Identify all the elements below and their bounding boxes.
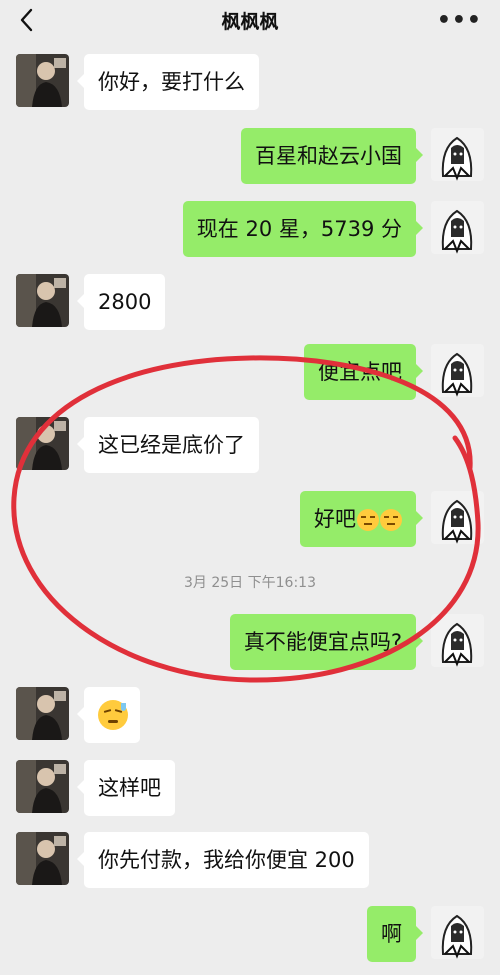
contact-avatar[interactable] — [16, 832, 69, 885]
message-row: 现在 20 星，5739 分 — [0, 201, 500, 257]
received-message-bubble[interactable]: 你好，要打什么 — [77, 54, 259, 110]
received-message-bubble[interactable]: 你先付款，我给你便宜 200 — [77, 832, 369, 888]
message-row: 这已经是底价了 — [0, 417, 500, 473]
received-message-bubble[interactable]: 这已经是底价了 — [77, 417, 259, 473]
message-row: 这样吧 — [0, 760, 500, 816]
contact-avatar[interactable] — [16, 54, 69, 107]
message-row: 你先付款，我给你便宜 200 — [0, 832, 500, 888]
message-text: 好吧 — [314, 507, 356, 531]
contact-avatar[interactable] — [16, 274, 69, 327]
received-message-bubble[interactable] — [77, 687, 140, 743]
sweat-expressionless-emoji-icon — [380, 509, 402, 531]
sent-message-bubble[interactable]: 便宜点吧 — [304, 344, 423, 400]
message-timestamp: 3月 25日 下午16:13 — [184, 575, 316, 591]
chat-header: 枫枫枫 ••• — [0, 0, 500, 40]
sent-message-bubble[interactable]: 百星和赵云小国 — [241, 128, 423, 184]
my-avatar[interactable] — [431, 491, 484, 544]
message-row: 啊 — [0, 906, 500, 962]
my-avatar[interactable] — [431, 201, 484, 254]
sent-message-bubble[interactable]: 真不能便宜点吗? — [229, 614, 424, 670]
received-message-bubble[interactable]: 2800 — [76, 274, 166, 330]
message-row: 便宜点吧 — [0, 344, 500, 400]
chat-title: 枫枫枫 — [221, 11, 279, 33]
received-message-bubble[interactable]: 这样吧 — [77, 760, 175, 816]
my-avatar[interactable] — [431, 614, 484, 667]
sweat-smile-emoji-icon — [98, 700, 128, 730]
my-avatar[interactable] — [431, 906, 484, 959]
message-row: 2800 — [0, 274, 500, 330]
message-row: 好吧 — [0, 491, 500, 547]
sent-message-bubble[interactable]: 现在 20 星，5739 分 — [182, 201, 424, 257]
my-avatar[interactable] — [431, 128, 484, 181]
more-dots-icon[interactable]: ••• — [437, 8, 482, 33]
contact-avatar[interactable] — [16, 760, 69, 813]
sweat-expressionless-emoji-icon — [357, 509, 379, 531]
contact-avatar[interactable] — [16, 687, 69, 740]
sent-message-bubble[interactable]: 好吧 — [300, 491, 423, 547]
message-row: 你好，要打什么 — [0, 54, 500, 110]
message-row: 百星和赵云小国 — [0, 128, 500, 184]
my-avatar[interactable] — [431, 344, 484, 397]
sent-message-bubble[interactable]: 啊 — [367, 906, 423, 962]
message-row — [0, 687, 500, 743]
contact-avatar[interactable] — [16, 417, 69, 470]
message-row: 真不能便宜点吗? — [0, 614, 500, 670]
